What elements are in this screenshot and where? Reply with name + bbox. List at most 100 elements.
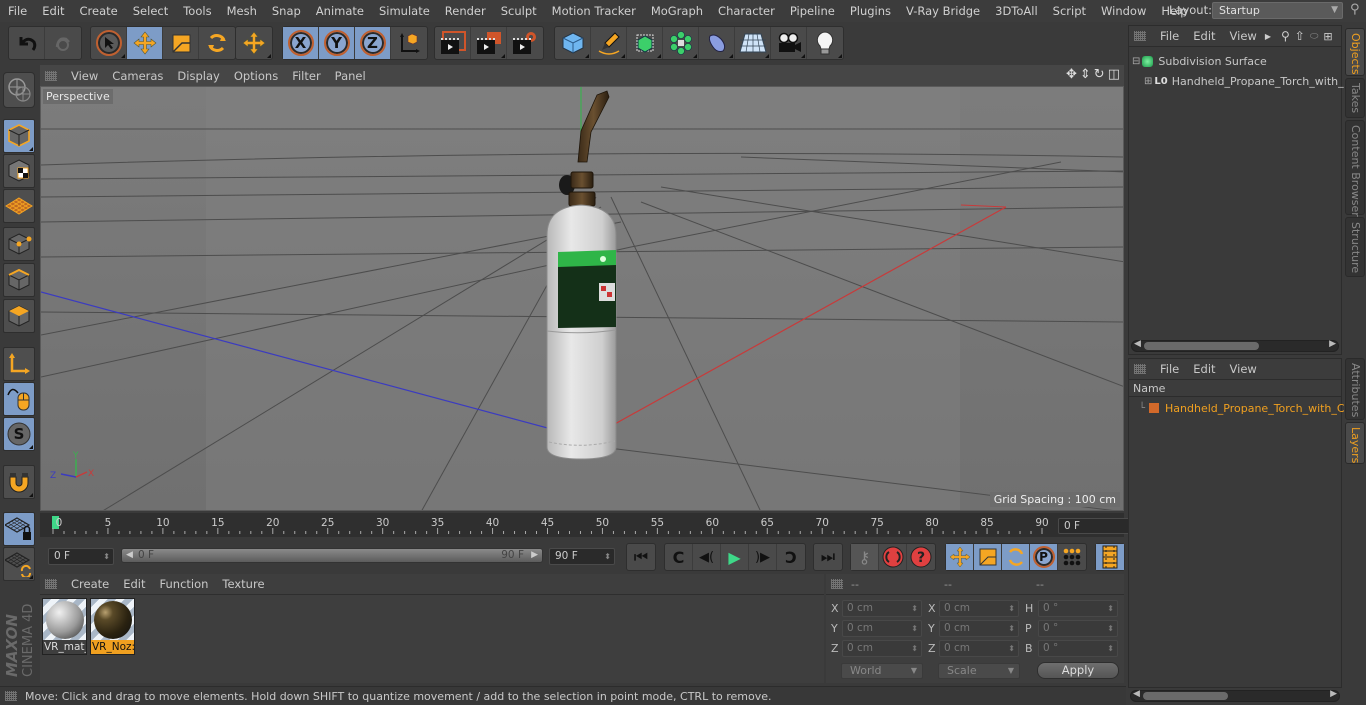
autokey-button[interactable] <box>879 544 907 570</box>
coord-system-dropdown[interactable]: World ▼ <box>841 663 923 679</box>
menu-mograph[interactable]: MoGraph <box>643 4 710 18</box>
spinner-icon[interactable]: ⬍ <box>604 549 611 564</box>
objects-horizontal-scrollbar[interactable]: ◀ ▶ <box>1131 339 1339 352</box>
cloner-button[interactable] <box>663 27 699 59</box>
spinner-icon[interactable]: ⬍ <box>911 601 918 616</box>
menu-sculpt[interactable]: Sculpt <box>493 4 544 18</box>
deformer-button[interactable] <box>699 27 735 59</box>
menu-character[interactable]: Character <box>710 4 782 18</box>
scroll-left-icon[interactable]: ◀ <box>1134 339 1141 349</box>
perspective-viewport[interactable]: Y Z X Perspective Grid Spacing : 100 cm <box>40 86 1124 511</box>
scrollbar-thumb[interactable] <box>1144 342 1259 350</box>
scale-tool-button[interactable] <box>163 27 199 59</box>
menu-motion-tracker[interactable]: Motion Tracker <box>544 4 643 18</box>
undo-button[interactable] <box>9 27 45 59</box>
material-menu-create[interactable]: Create <box>65 577 117 591</box>
viewport-menu-view[interactable]: View <box>65 69 106 83</box>
menu-simulate[interactable]: Simulate <box>371 4 437 18</box>
range-left-arrow-icon[interactable]: ◀ <box>126 549 133 562</box>
pan-view-icon[interactable]: ✥ <box>1066 67 1077 82</box>
goto-end-button[interactable]: ⏭ <box>814 544 842 570</box>
menu-window[interactable]: Window <box>1093 4 1153 18</box>
layer-row[interactable]: └ Handheld_Propane_Torch_with_C <box>1139 399 1345 417</box>
keyframe-selection-button[interactable]: ? <box>907 544 935 570</box>
light-button[interactable] <box>807 27 843 59</box>
toggle-layout-icon[interactable]: ◫ <box>1108 67 1120 82</box>
panel-grip-icon[interactable] <box>1134 364 1146 374</box>
menu-3dtoall[interactable]: 3DToAll <box>987 4 1045 18</box>
material-menu-texture[interactable]: Texture <box>216 577 272 591</box>
rotate-tool-button[interactable] <box>199 27 235 59</box>
menu-vray-bridge[interactable]: V-Ray Bridge <box>898 4 987 18</box>
menu-snap[interactable]: Snap <box>264 4 308 18</box>
cube-button[interactable] <box>555 27 591 59</box>
search-icon[interactable]: ⚲ <box>1350 2 1360 17</box>
polygons-mode-button[interactable] <box>3 299 35 333</box>
prev-key-button[interactable]: C <box>665 544 693 570</box>
live-selection-button[interactable] <box>91 27 127 59</box>
tab-content-browser[interactable]: Content Browser <box>1345 120 1365 217</box>
start-frame-field[interactable]: 0 F ⬍ <box>48 548 114 565</box>
spinner-icon[interactable]: ⬍ <box>1107 601 1114 616</box>
points-mode-button[interactable] <box>3 227 35 261</box>
tweak-mode-button[interactable] <box>3 382 35 416</box>
scrollbar-thumb[interactable] <box>1143 692 1228 700</box>
prev-frame-button[interactable]: ◀( <box>693 544 721 570</box>
panel-grip-icon[interactable] <box>5 691 17 701</box>
panel-grip-icon[interactable] <box>45 579 57 589</box>
viewport-menu-panel[interactable]: Panel <box>329 69 374 83</box>
camera-label[interactable]: Perspective <box>43 89 113 104</box>
objects-menu-file[interactable]: File <box>1154 29 1187 43</box>
panel-grip-icon[interactable] <box>1134 31 1146 41</box>
parameter-key-button[interactable]: P <box>1030 544 1058 570</box>
move-tool-button[interactable] <box>127 27 163 59</box>
spinner-icon[interactable]: ⬍ <box>103 549 110 564</box>
tab-attributes[interactable]: Attributes <box>1345 358 1365 420</box>
position-key-button[interactable] <box>946 544 974 570</box>
spinner-icon[interactable]: ⬍ <box>1107 621 1114 636</box>
spinner-icon[interactable]: ⬍ <box>911 621 918 636</box>
menu-pipeline[interactable]: Pipeline <box>782 4 842 18</box>
expand-icon[interactable]: ⊞ <box>1144 76 1152 87</box>
scroll-right-icon[interactable]: ▶ <box>1330 689 1337 699</box>
objects-menu-view[interactable]: View <box>1224 29 1265 43</box>
scale-key-button[interactable] <box>974 544 1002 570</box>
menu-tools[interactable]: Tools <box>175 4 218 18</box>
viewport-menu-display[interactable]: Display <box>171 69 227 83</box>
size-x-field[interactable]: 0 cm ⬍ <box>939 600 1019 617</box>
panel-grip-icon[interactable] <box>831 579 843 589</box>
timeline-window-button[interactable] <box>1096 544 1124 570</box>
pos-x-field[interactable]: 0 cm ⬍ <box>842 600 922 617</box>
spinner-icon[interactable]: ⬍ <box>1008 601 1015 616</box>
next-frame-button[interactable]: )▶ <box>749 544 777 570</box>
make-editable-button[interactable] <box>3 72 35 108</box>
scroll-right-icon[interactable]: ▶ <box>1329 339 1336 349</box>
menu-script[interactable]: Script <box>1045 4 1093 18</box>
floor-button[interactable] <box>735 27 771 59</box>
layer-color-swatch[interactable] <box>1149 403 1160 413</box>
menu-select[interactable]: Select <box>125 4 175 18</box>
object-row-subdivision[interactable]: ⊟ Subdivision Surface <box>1132 52 1267 70</box>
apply-button[interactable]: Apply <box>1037 662 1119 679</box>
panel-grip-icon[interactable] <box>45 70 57 81</box>
end-frame-field[interactable]: 90 F ⬍ <box>549 548 615 565</box>
render-settings-button[interactable] <box>507 27 543 59</box>
tab-layers[interactable]: Layers <box>1345 422 1365 464</box>
spinner-icon[interactable]: ⬍ <box>1008 621 1015 636</box>
layers-menu-view[interactable]: View <box>1224 362 1265 376</box>
snap-toggle-button[interactable] <box>3 465 35 499</box>
material-swatch[interactable]: VR_mat_ <box>42 598 87 655</box>
material-menu-function[interactable]: Function <box>154 577 217 591</box>
range-right-arrow-icon[interactable]: ▶ <box>531 549 538 562</box>
spinner-icon[interactable]: ⬍ <box>1107 641 1114 656</box>
point-level-key-button[interactable] <box>1058 544 1086 570</box>
workplane-mode-button[interactable] <box>3 189 35 223</box>
scroll-left-icon[interactable]: ◀ <box>1133 689 1140 699</box>
menu-edit[interactable]: Edit <box>34 4 71 18</box>
tab-objects[interactable]: Objects <box>1345 28 1365 76</box>
viewport-menu-filter[interactable]: Filter <box>286 69 328 83</box>
orbit-view-icon[interactable]: ↻ <box>1094 67 1105 82</box>
preview-range-slider[interactable]: ◀ 0 F 90 F ▶ <box>121 548 543 563</box>
rot-b-field[interactable]: 0 ° ⬍ <box>1038 640 1118 657</box>
rot-h-field[interactable]: 0 ° ⬍ <box>1038 600 1118 617</box>
